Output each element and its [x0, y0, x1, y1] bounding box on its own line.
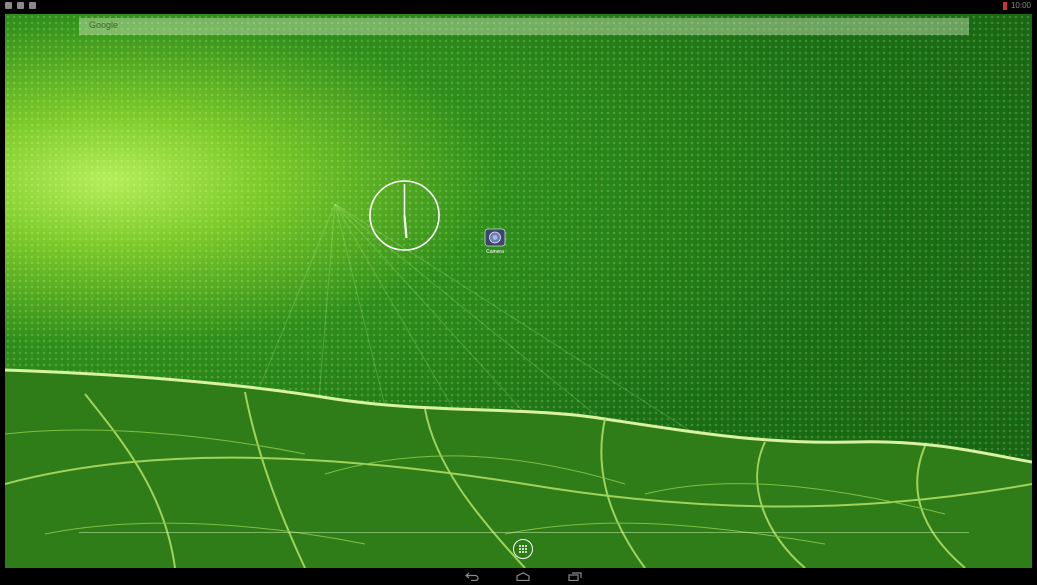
google-search-bar[interactable]: Google	[79, 18, 969, 35]
wallpaper	[5, 14, 1032, 568]
home-screen: 10:00 Google Camera	[0, 0, 1037, 585]
recents-button[interactable]	[566, 570, 584, 583]
image-icon	[29, 2, 36, 9]
home-icon	[516, 572, 530, 581]
app-camera[interactable]: Camera	[478, 227, 512, 255]
download-icon	[17, 2, 24, 9]
recents-icon	[568, 572, 582, 581]
status-bar: 10:00	[0, 0, 1037, 14]
app-camera-label: Camera	[486, 249, 504, 255]
notification-icon	[5, 2, 12, 9]
camera-icon	[484, 228, 506, 247]
back-icon	[465, 572, 479, 581]
analog-clock-widget[interactable]	[368, 179, 441, 252]
dock-divider	[79, 532, 969, 533]
leaf-wallpaper-illustration	[5, 203, 1032, 568]
back-button[interactable]	[463, 570, 481, 583]
system-icons: 10:00	[1002, 1, 1031, 10]
notification-icons	[5, 2, 36, 9]
all-apps-icon	[519, 545, 527, 553]
all-apps-button[interactable]	[513, 539, 533, 559]
navigation-bar	[0, 568, 1037, 585]
search-placeholder: Google	[89, 20, 119, 30]
home-button[interactable]	[514, 570, 532, 583]
status-time: 10:00	[1010, 1, 1031, 10]
clock-hour-hand	[403, 215, 408, 239]
battery-icon	[1002, 1, 1007, 10]
